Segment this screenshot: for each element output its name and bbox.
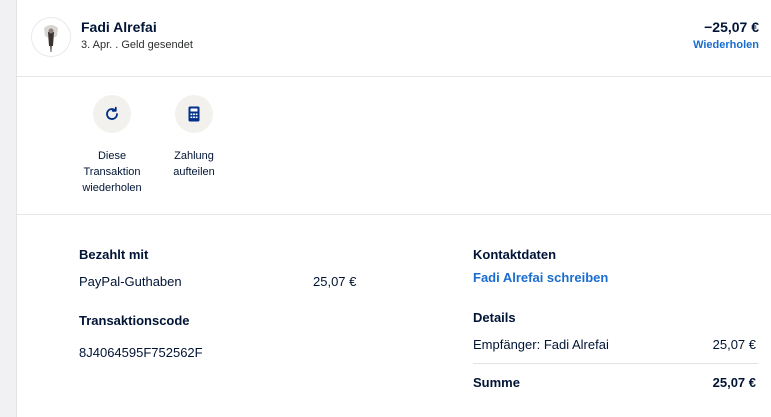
details-section: Bezahlt mit PayPal-Guthaben 25,07 € Tran… (17, 215, 771, 417)
write-message-link[interactable]: Fadi Alrefai schreiben (473, 270, 608, 285)
transaction-code: 8J4064595F752562F (79, 345, 203, 360)
transaction-card: Fadi Alrefai 3. Apr. . Geld gesendet −25… (16, 0, 771, 417)
details-heading: Details (473, 310, 516, 325)
recipient-label: Empfänger: Fadi Alrefai (473, 337, 609, 352)
sum-label: Summe (473, 375, 520, 390)
repeat-transaction-button[interactable]: Diese Transaktion wiederholen (74, 95, 150, 196)
recipient-amount: 25,07 € (712, 337, 756, 352)
avatar (31, 17, 71, 57)
details-divider (473, 363, 758, 364)
calculator-icon (188, 106, 200, 122)
refresh-icon (106, 106, 118, 120)
transaction-code-heading: Transaktionscode (79, 313, 190, 328)
avatar-image (32, 18, 70, 56)
repeat-transaction-icon-circle (93, 95, 131, 133)
contact-heading: Kontaktdaten (473, 247, 557, 262)
paid-with-heading: Bezahlt mit (79, 247, 149, 262)
transaction-header[interactable]: Fadi Alrefai 3. Apr. . Geld gesendet −25… (17, 0, 771, 77)
transaction-subtitle: 3. Apr. . Geld gesendet (81, 39, 193, 51)
payment-method: PayPal-Guthaben (79, 274, 182, 289)
split-payment-icon-circle (175, 95, 213, 133)
recipient-name: Fadi Alrefai (81, 19, 157, 35)
payment-method-amount: 25,07 € (313, 274, 357, 289)
split-payment-button[interactable]: Zahlung aufteilen (157, 95, 231, 180)
repeat-transaction-label: Diese Transaktion wiederholen (82, 150, 142, 194)
transaction-amount: −25,07 € (704, 19, 759, 35)
sum-amount: 25,07 € (712, 375, 756, 390)
split-payment-label: Zahlung aufteilen (173, 150, 215, 178)
repeat-link[interactable]: Wiederholen (693, 39, 759, 51)
quick-actions: Diese Transaktion wiederholen Zahlung au… (17, 76, 771, 215)
